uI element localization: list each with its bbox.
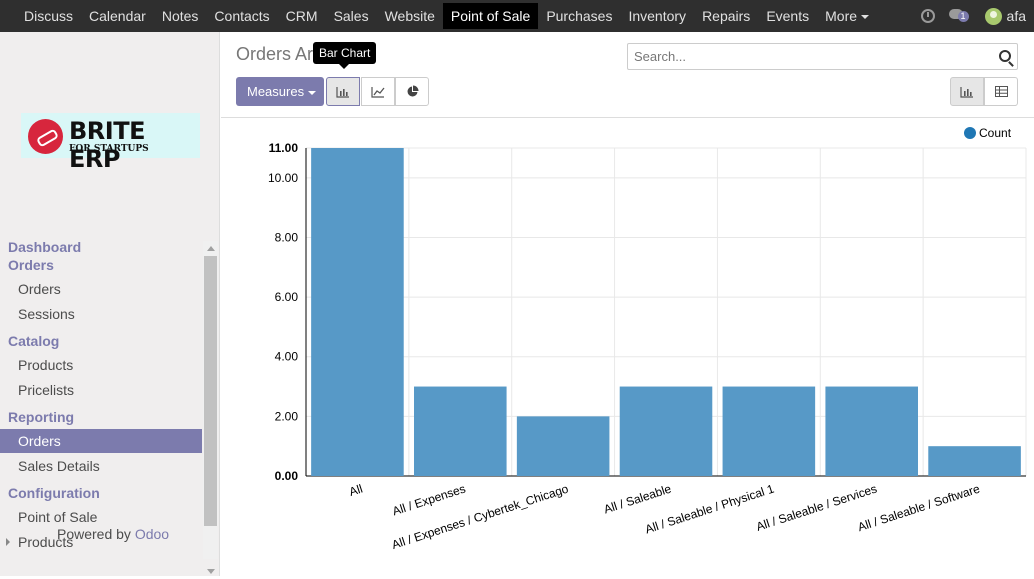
y-tick-label: 4.00 [275, 350, 299, 364]
y-tick-label: 11.00 [269, 141, 299, 155]
control-panel: Orders Ar Measures Bar Chart [221, 32, 1034, 118]
x-tick-label: All [347, 482, 364, 499]
tooltip: Bar Chart [313, 42, 377, 69]
powered-by-prefix: Powered by [57, 526, 135, 542]
app-menu-contacts[interactable]: Contacts [206, 3, 277, 29]
sidebar-section-configuration: Configuration [8, 485, 100, 501]
messages-icon[interactable]: 1 [948, 9, 971, 23]
sidebar-section-catalog: Catalog [8, 333, 60, 349]
app-menu-inventory[interactable]: Inventory [620, 3, 694, 29]
legend-dot [964, 127, 976, 139]
search-input[interactable] [628, 44, 988, 69]
app-menu-purchases[interactable]: Purchases [538, 3, 620, 29]
sidebar-item-sessions[interactable]: Sessions [0, 302, 202, 326]
pivot-view-button[interactable] [984, 77, 1018, 106]
y-tick-label: 2.00 [275, 409, 299, 423]
sidebar-section-reporting: Reporting [8, 409, 75, 425]
page-title: Orders Ar [236, 44, 314, 64]
user-name: afa [1006, 8, 1026, 24]
sidebar-item-reporting-orders[interactable]: Orders [0, 429, 202, 453]
caret-right-icon [6, 538, 10, 546]
sidebar-item-sales-details[interactable]: Sales Details [0, 454, 202, 478]
avatar [984, 7, 1002, 25]
x-tick-label: All / Saleable [602, 481, 673, 516]
scroll-up-icon[interactable] [207, 246, 215, 251]
table-icon [994, 86, 1008, 97]
y-tick-label: 10.00 [268, 171, 298, 185]
caret-down-icon [861, 15, 870, 20]
logo-tagline: FOR STARTUPS [69, 144, 149, 154]
app-menu-more[interactable]: More [817, 3, 877, 29]
sidebar-item-orders[interactable]: Orders [0, 277, 202, 301]
app-menu-point-of-sale[interactable]: Point of Sale [442, 3, 539, 29]
bar-chart-button[interactable] [326, 77, 360, 106]
systray: 1 afa [920, 0, 1026, 32]
user-menu[interactable]: afa [984, 7, 1026, 25]
y-tick-label: 6.00 [275, 290, 299, 304]
x-tick-label: All / Expenses [391, 482, 468, 519]
app-menu-calendar[interactable]: Calendar [81, 3, 154, 29]
sidebar-section-dashboard[interactable]: Dashboard [0, 238, 202, 256]
graph-view-icon [960, 86, 973, 98]
bar [516, 416, 610, 476]
sidebar-scrollbar[interactable] [203, 241, 218, 574]
pie-chart-icon [407, 85, 418, 97]
bar [414, 386, 507, 476]
x-tick-label: All / Expenses / Cybertek_Chicago [390, 481, 570, 552]
scroll-down-icon[interactable] [207, 569, 215, 574]
search-icon[interactable] [999, 50, 1011, 62]
app-menu-website[interactable]: Website [377, 3, 443, 29]
sidebar-item-pricelists[interactable]: Pricelists [0, 378, 202, 402]
scrollbar-thumb[interactable] [204, 256, 217, 526]
legend-label: Count [979, 126, 1012, 140]
bar [722, 386, 816, 476]
powered-by: Powered by Odoo [57, 526, 169, 542]
graph-view-button[interactable] [950, 77, 984, 106]
odoo-link[interactable]: Odoo [135, 526, 169, 542]
sidebar-section-orders: Orders [8, 257, 54, 273]
line-chart-button[interactable] [361, 77, 395, 106]
app-menu-events[interactable]: Events [758, 3, 817, 29]
app-menu-discuss[interactable]: Discuss [16, 3, 81, 29]
pie-chart-button[interactable] [395, 77, 429, 106]
y-tick-label: 8.00 [275, 230, 299, 244]
logo-mark-icon [28, 119, 63, 154]
app-menu: Discuss Calendar Notes Contacts CRM Sales Webs… [0, 0, 877, 32]
bar [928, 446, 1021, 476]
activity-clock-icon[interactable] [920, 9, 935, 23]
app-menu-repairs[interactable]: Repairs [694, 3, 758, 29]
app-menu-sales[interactable]: Sales [326, 3, 377, 29]
sidebar: BRITE ERP FOR STARTUPS Dashboard Orders … [0, 32, 220, 576]
line-chart-icon [371, 86, 385, 98]
y-tick-label: 0.00 [275, 469, 299, 483]
chart-area: 0.00 2.00 4.00 6.00 8.00 10.00 11.00 All All / E… [221, 119, 1034, 576]
caret-down-icon [308, 90, 317, 95]
bar [311, 148, 404, 476]
company-logo: BRITE ERP FOR STARTUPS [21, 113, 200, 173]
app-menu-notes[interactable]: Notes [154, 3, 207, 29]
measures-label: Measures [247, 84, 305, 99]
bar [825, 386, 918, 476]
sidebar-item-products[interactable]: Products [0, 353, 202, 377]
more-label: More [825, 8, 858, 24]
search-box[interactable] [627, 43, 1018, 70]
top-navbar: Discuss Calendar Notes Contacts CRM Sales Webs… [0, 0, 1034, 32]
sidebar-nav: Dashboard Orders Orders Sessions Catalog… [0, 238, 202, 554]
bar-chart: 0.00 2.00 4.00 6.00 8.00 10.00 11.00 All All / E… [268, 126, 1027, 552]
app-menu-crm[interactable]: CRM [278, 3, 326, 29]
bar-chart-icon [336, 86, 349, 98]
measures-button[interactable]: Measures [236, 77, 324, 106]
bar [619, 386, 713, 476]
messages-badge: 1 [957, 11, 969, 22]
